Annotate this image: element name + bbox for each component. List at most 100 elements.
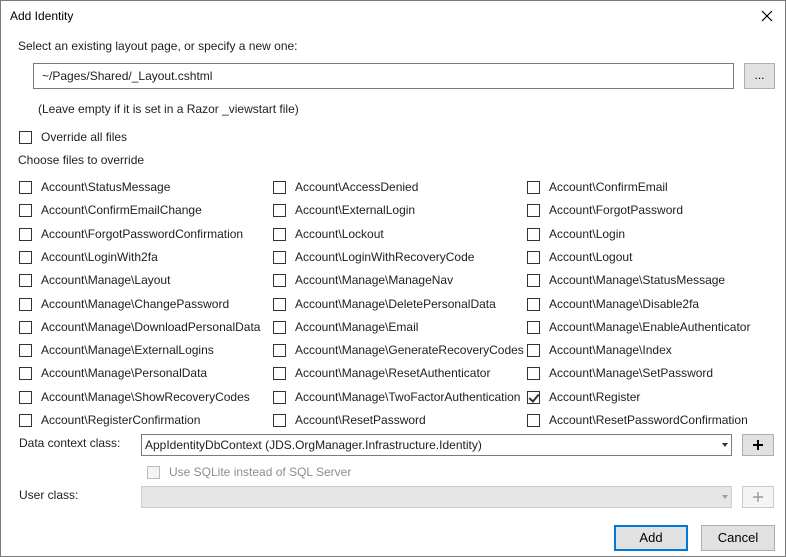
sqlite-checkbox[interactable] — [147, 465, 160, 479]
file-checkbox[interactable] — [527, 297, 540, 311]
file-checkbox-label: Account\Manage\EnableAuthenticator — [549, 320, 751, 334]
file-checkbox[interactable] — [527, 273, 540, 287]
title-bar: Add Identity — [1, 1, 785, 31]
file-checkbox[interactable] — [273, 273, 286, 287]
file-checkbox-row[interactable]: Account\Manage\SetPassword — [527, 364, 713, 382]
override-all-label: Override all files — [41, 130, 128, 144]
file-checkbox[interactable] — [273, 343, 286, 357]
file-checkbox[interactable] — [527, 343, 540, 357]
file-checkbox[interactable] — [273, 413, 286, 427]
file-checkbox[interactable] — [273, 250, 286, 264]
file-checkbox[interactable] — [273, 366, 286, 380]
file-checkbox-label: Account\Manage\SetPassword — [549, 366, 714, 380]
file-checkbox[interactable] — [19, 273, 32, 287]
file-checkbox-row[interactable]: Account\Manage\ShowRecoveryCodes — [19, 388, 250, 406]
file-checkbox[interactable] — [19, 343, 32, 357]
file-checkbox-row[interactable]: Account\Login — [527, 225, 625, 243]
data-context-value: AppIdentityDbContext (JDS.OrgManager.Inf… — [145, 438, 482, 452]
file-checkbox-row[interactable]: Account\Manage\Index — [527, 341, 672, 359]
file-checkbox-row[interactable]: Account\AccessDenied — [273, 178, 418, 196]
file-checkbox-label: Account\Register — [549, 390, 641, 404]
file-checkbox[interactable] — [273, 390, 286, 404]
file-checkbox-row[interactable]: Account\Manage\DeletePersonalData — [273, 295, 496, 313]
data-context-select[interactable]: AppIdentityDbContext (JDS.OrgManager.Inf… — [141, 434, 732, 456]
dialog-title: Add Identity — [10, 9, 74, 23]
file-checkbox[interactable] — [273, 227, 286, 241]
file-checkbox-row[interactable]: Account\Manage\Email — [273, 318, 418, 336]
close-icon — [761, 10, 773, 22]
file-checkbox[interactable] — [527, 390, 540, 404]
sqlite-label: Use SQLite instead of SQL Server — [169, 465, 352, 479]
override-all-checkbox[interactable] — [19, 130, 32, 144]
file-checkbox[interactable] — [19, 227, 32, 241]
file-checkbox[interactable] — [273, 180, 286, 194]
file-checkbox[interactable] — [19, 250, 32, 264]
override-all-checkbox-row[interactable]: Override all files — [19, 128, 127, 146]
file-checkbox[interactable] — [273, 297, 286, 311]
file-checkbox-row[interactable]: Account\Manage\PersonalData — [19, 364, 207, 382]
file-checkbox[interactable] — [273, 320, 286, 334]
file-checkbox-row[interactable]: Account\Manage\Disable2fa — [527, 295, 699, 313]
layout-path-input[interactable]: ~/Pages/Shared/_Layout.cshtml — [33, 63, 734, 89]
file-checkbox-row[interactable]: Account\Manage\ExternalLogins — [19, 341, 214, 359]
file-checkbox[interactable] — [19, 203, 32, 217]
file-checkbox-row[interactable]: Account\ResetPasswordConfirmation — [527, 411, 748, 429]
file-checkbox[interactable] — [527, 320, 540, 334]
user-class-label: User class: — [19, 488, 79, 502]
file-checkbox-label: Account\Manage\DownloadPersonalData — [41, 320, 261, 334]
file-checkbox[interactable] — [19, 297, 32, 311]
file-checkbox-label: Account\Manage\Layout — [41, 273, 171, 287]
user-class-select[interactable] — [141, 486, 732, 508]
cancel-button[interactable]: Cancel — [701, 525, 775, 551]
file-checkbox-label: Account\ForgotPassword — [549, 203, 684, 217]
file-checkbox-row[interactable]: Account\LoginWith2fa — [19, 248, 158, 266]
file-checkbox-row[interactable]: Account\Logout — [527, 248, 632, 266]
file-checkbox-label: Account\Manage\DeletePersonalData — [295, 297, 496, 311]
file-checkbox-row[interactable]: Account\Register — [527, 388, 640, 406]
file-checkbox[interactable] — [19, 180, 32, 194]
browse-layout-button[interactable]: ... — [744, 63, 775, 89]
file-checkbox[interactable] — [19, 320, 32, 334]
file-checkbox-row[interactable]: Account\Manage\TwoFactorAuthentication — [273, 388, 520, 406]
file-checkbox[interactable] — [19, 390, 32, 404]
file-checkbox[interactable] — [527, 203, 540, 217]
file-checkbox-row[interactable]: Account\Manage\EnableAuthenticator — [527, 318, 750, 336]
file-checkbox-row[interactable]: Account\Manage\StatusMessage — [527, 271, 725, 289]
file-checkbox[interactable] — [273, 203, 286, 217]
sqlite-checkbox-row[interactable]: Use SQLite instead of SQL Server — [147, 463, 351, 481]
file-checkbox-label: Account\Manage\GenerateRecoveryCodes — [295, 343, 524, 357]
file-checkbox-row[interactable]: Account\ForgotPasswordConfirmation — [19, 225, 243, 243]
file-checkbox[interactable] — [19, 413, 32, 427]
file-checkbox-row[interactable]: Account\Manage\ResetAuthenticator — [273, 364, 490, 382]
file-checkbox-row[interactable]: Account\Lockout — [273, 225, 384, 243]
file-checkbox-row[interactable]: Account\Manage\DownloadPersonalData — [19, 318, 260, 336]
add-button[interactable]: Add — [614, 525, 688, 551]
file-checkbox-row[interactable]: Account\ForgotPassword — [527, 201, 683, 219]
file-checkbox-label: Account\Manage\ChangePassword — [41, 297, 230, 311]
add-user-class-button[interactable] — [742, 486, 774, 508]
file-checkbox-row[interactable]: Account\ResetPassword — [273, 411, 426, 429]
file-checkbox-row[interactable]: Account\RegisterConfirmation — [19, 411, 200, 429]
add-data-context-button[interactable] — [742, 434, 774, 456]
file-checkbox-row[interactable]: Account\ConfirmEmailChange — [19, 201, 202, 219]
file-checkbox-row[interactable]: Account\ConfirmEmail — [527, 178, 668, 196]
file-checkbox-label: Account\ExternalLogin — [295, 203, 416, 217]
file-checkbox[interactable] — [527, 413, 540, 427]
file-checkbox-row[interactable]: Account\StatusMessage — [19, 178, 170, 196]
file-checkbox-label: Account\RegisterConfirmation — [41, 413, 201, 427]
file-checkbox-row[interactable]: Account\Manage\ChangePassword — [19, 295, 229, 313]
file-checkbox[interactable] — [527, 180, 540, 194]
layout-hint: (Leave empty if it is set in a Razor _vi… — [38, 102, 299, 116]
file-checkbox[interactable] — [527, 366, 540, 380]
file-checkbox[interactable] — [527, 227, 540, 241]
file-checkbox-row[interactable]: Account\Manage\GenerateRecoveryCodes — [273, 341, 524, 359]
file-checkbox[interactable] — [527, 250, 540, 264]
close-button[interactable] — [753, 2, 781, 30]
file-checkbox-label: Account\Manage\Disable2fa — [549, 297, 700, 311]
file-checkbox-row[interactable]: Account\ExternalLogin — [273, 201, 415, 219]
file-checkbox-row[interactable]: Account\LoginWithRecoveryCode — [273, 248, 474, 266]
file-checkbox-row[interactable]: Account\Manage\ManageNav — [273, 271, 453, 289]
file-checkbox-label: Account\Manage\ShowRecoveryCodes — [41, 390, 250, 404]
file-checkbox[interactable] — [19, 366, 32, 380]
file-checkbox-row[interactable]: Account\Manage\Layout — [19, 271, 170, 289]
